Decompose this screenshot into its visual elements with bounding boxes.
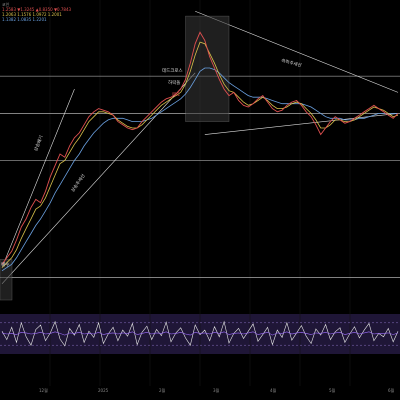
annotation-dead-cross: 데드크로스 [162,69,183,74]
annotation-buy: 매수 [1,263,10,268]
x-tick-0: 12월 [39,388,48,393]
x-tick-3: 3월 [213,388,220,393]
x-tick-6: 6월 [388,388,395,393]
x-tick-5: 5월 [329,388,336,393]
annotation-sell: 매도 [172,93,181,98]
price-chart [0,0,400,400]
x-tick-1: 2025 [98,388,109,393]
legend-row-3: 1.1382 1.0835 1.2201 [2,17,47,22]
x-tick-2: 2월 [159,388,166,393]
chart-legend: 코인 1.2583 ▼1.3245 ▲0.8350 ▼0.7843 1.2063… [2,2,71,22]
dead-cross-box [185,15,230,122]
x-tick-4: 4월 [270,388,277,393]
annotation-bearish: 하락돌 [168,81,181,86]
